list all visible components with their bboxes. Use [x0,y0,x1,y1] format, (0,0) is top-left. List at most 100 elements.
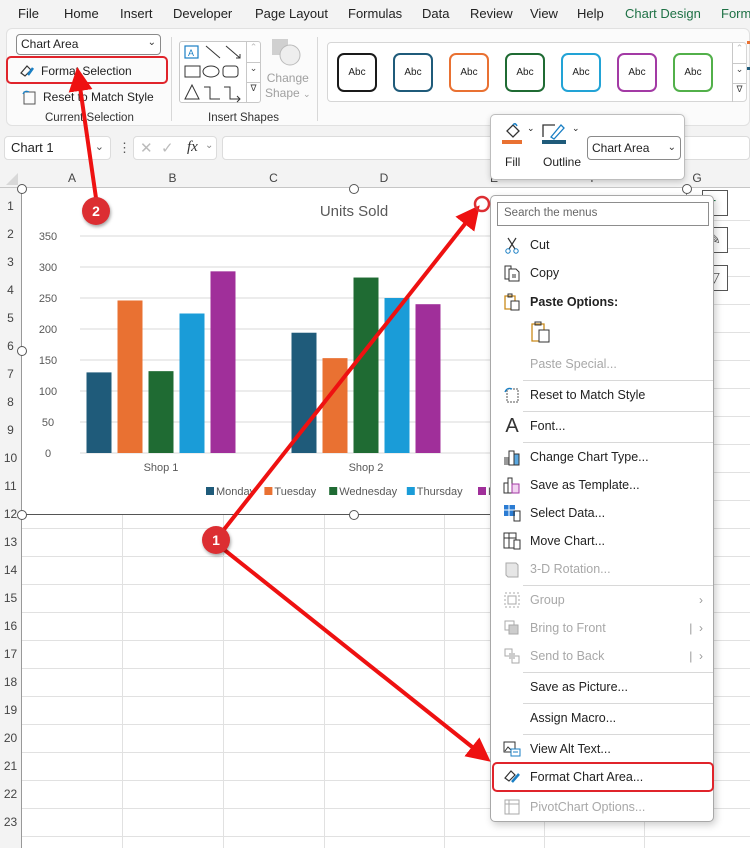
triangle-shape-icon[interactable] [184,83,200,100]
tab-formulas[interactable]: Formulas [348,6,402,21]
menu-item-bring-to-front[interactable]: Bring to Front | › [491,615,713,641]
row-header[interactable]: 16 [0,619,21,633]
row-header[interactable]: 9 [0,423,21,437]
row-header[interactable]: 19 [0,703,21,717]
row-header[interactable]: 11 [0,479,21,493]
shape-style-swatch[interactable]: Abc [393,53,433,92]
row-header[interactable]: 15 [0,591,21,605]
resize-handle-bottom-left[interactable] [17,510,27,520]
row-header[interactable]: 22 [0,787,21,801]
menu-item-save-as-picture[interactable]: Save as Picture... [491,674,713,700]
insert-function-button[interactable]: fx [187,139,198,156]
column-header-c[interactable]: C [223,171,324,185]
menu-item-paste-special[interactable]: Paste Special... [491,351,713,377]
column-header-a[interactable]: A [22,171,122,185]
menu-item-send-to-back[interactable]: Send to Back | › [491,643,713,669]
row-header[interactable]: 23 [0,815,21,829]
elbow-connector-icon[interactable] [204,86,220,100]
menu-item-font[interactable]: A Font... [491,413,713,439]
cancel-icon[interactable]: ✕ [140,139,153,157]
menu-item-group[interactable]: Group › [491,587,713,613]
menu-item-cut[interactable]: Cut [491,232,713,258]
reset-match-style-button[interactable]: Reset to Match Style [21,89,154,105]
gallery-expand[interactable]: ∇ [246,82,260,103]
menu-search-input[interactable]: Search the menus [497,202,709,226]
tab-view[interactable]: View [530,6,558,21]
shape-style-swatch[interactable]: Abc [673,53,713,92]
line-shape-icon[interactable] [205,45,221,59]
row-header[interactable]: 21 [0,759,21,773]
tab-help[interactable]: Help [577,6,604,21]
menu-item-save-as-template[interactable]: Save as Template... [491,472,713,498]
tab-file[interactable]: File [18,6,39,21]
menu-item-change-chart-type[interactable]: Change Chart Type... [491,444,713,470]
name-box[interactable]: Chart 1 ⌄ [4,136,111,160]
column-header-d[interactable]: D [324,171,444,185]
resize-handle-top-left[interactable] [17,184,27,194]
mini-chart-element-dropdown[interactable]: Chart Area ⌄ [587,136,681,160]
row-header[interactable]: 2 [0,227,21,241]
menu-item-assign-macro[interactable]: Assign Macro... [491,705,713,731]
shape-style-swatch[interactable]: Abc [617,53,657,92]
row-header[interactable]: 18 [0,675,21,689]
enter-icon[interactable]: ✓ [161,139,174,157]
menu-item-3d-rotation[interactable]: 3-D Rotation... [491,556,713,582]
styles-scroll-down[interactable]: ⌄ [732,63,746,83]
tab-developer[interactable]: Developer [173,6,232,21]
chart-element-dropdown[interactable]: Chart Area ⌄ [16,34,161,55]
menu-item-copy[interactable]: Copy [491,260,713,286]
row-header[interactable]: 13 [0,535,21,549]
chevron-down-icon[interactable]: ⌄ [572,123,580,134]
tab-page-layout[interactable]: Page Layout [255,6,328,21]
row-header[interactable]: 1 [0,199,21,213]
outline-label: Outline [542,155,582,169]
resize-handle-bottom[interactable] [349,510,359,520]
chevron-down-icon[interactable]: ⌄ [527,123,535,134]
row-header[interactable]: 7 [0,367,21,381]
row-header[interactable]: 20 [0,731,21,745]
tab-home[interactable]: Home [64,6,99,21]
shape-style-swatch[interactable]: Abc [561,53,601,92]
column-header-b[interactable]: B [122,171,223,185]
shapes-gallery[interactable]: A ⌃ ⌄ ∇ [179,41,261,103]
elbow-arrow-icon[interactable] [224,86,241,103]
shape-style-swatch[interactable]: Abc [449,53,489,92]
tab-chart-design[interactable]: Chart Design [625,6,701,21]
resize-handle-top[interactable] [349,184,359,194]
rounded-rect-shape-icon[interactable] [222,65,239,78]
fill-button[interactable]: ⌄ Fill [501,121,537,169]
styles-scroll-up[interactable]: ⌃ [732,43,746,63]
tab-data[interactable]: Data [422,6,449,21]
resize-handle-top-right[interactable] [682,184,692,194]
row-header[interactable]: 4 [0,283,21,297]
arrow-shape-icon[interactable] [225,45,241,59]
resize-handle-left[interactable] [17,346,27,356]
menu-item-pivotchart-options[interactable]: PivotChart Options... [491,794,713,820]
outline-button[interactable]: ⌄ Outline [539,121,585,169]
gallery-scroll-down[interactable]: ⌄ [246,62,260,82]
row-header[interactable]: 3 [0,255,21,269]
paste-keep-formatting-button[interactable] [529,320,553,344]
tab-format[interactable]: Format [721,6,750,21]
gallery-scroll-up[interactable]: ⌃ [246,42,260,62]
row-header[interactable]: 17 [0,647,21,661]
rectangle-shape-icon[interactable] [184,65,201,78]
row-header[interactable]: 14 [0,563,21,577]
menu-item-select-data[interactable]: Select Data... [491,500,713,526]
shape-styles-gallery[interactable]: Abc Abc Abc Abc Abc Abc Abc ⌃ ⌄ ∇ [327,42,747,102]
menu-item-reset-match-style[interactable]: Reset to Match Style [491,382,713,408]
tab-review[interactable]: Review [470,6,513,21]
tab-insert[interactable]: Insert [120,6,153,21]
menu-item-move-chart[interactable]: Move Chart... [491,528,713,554]
row-header[interactable]: 8 [0,395,21,409]
more-options-icon[interactable]: ⋮ [118,140,131,156]
styles-expand[interactable]: ∇ [732,83,746,102]
row-header[interactable]: 10 [0,451,21,465]
row-header[interactable]: 5 [0,311,21,325]
change-shape-button[interactable]: Change Shape ⌄ [265,71,311,102]
shape-style-swatch[interactable]: Abc [505,53,545,92]
oval-shape-icon[interactable] [202,65,220,78]
shape-style-swatch[interactable]: Abc [337,53,377,92]
menu-item-view-alt-text[interactable]: View Alt Text... [491,736,713,762]
chevron-down-icon[interactable]: ⌄ [95,140,104,153]
